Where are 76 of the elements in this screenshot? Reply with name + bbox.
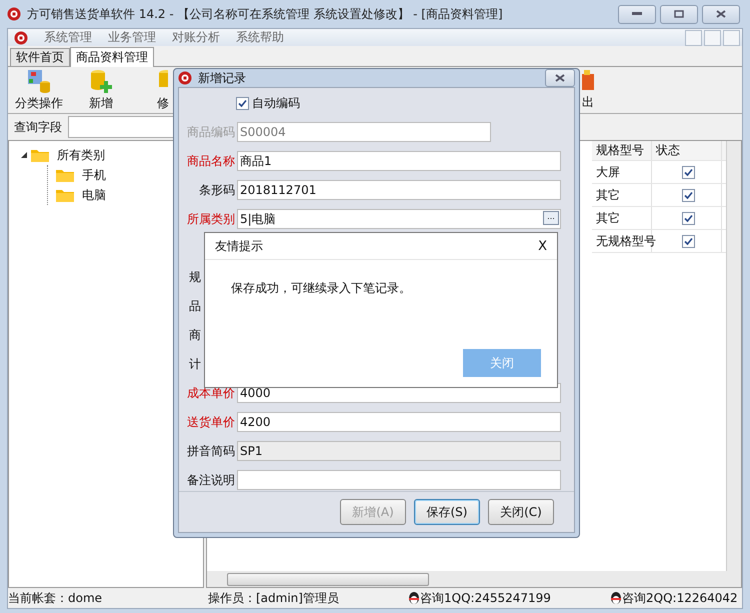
input-field[interactable]: 2018112701	[237, 180, 561, 200]
checkbox[interactable]	[236, 96, 249, 110]
message-title: 友情提示	[215, 238, 263, 254]
close-icon	[555, 74, 565, 82]
input-field[interactable]: S00004	[237, 122, 491, 142]
field-label: 送货单价	[186, 414, 235, 430]
field-label: 备注说明	[186, 472, 235, 488]
input-field[interactable]	[237, 470, 561, 490]
folder-icon	[31, 148, 49, 162]
checkbox-label: 自动编码	[252, 94, 300, 112]
field-label: 所属类别	[186, 210, 235, 228]
field-label: 商品编码	[186, 124, 235, 140]
penguin-icon	[408, 591, 420, 605]
folder-icon	[56, 168, 74, 182]
window-title: 方可销售送货单软件 14.2 - 【公司名称可在系统管理 系统设置处修改】 - [商品资料管理]	[27, 6, 504, 22]
table-cell: 其它	[592, 207, 652, 229]
tab[interactable]: 软件首页	[10, 48, 70, 66]
minimize-icon	[632, 12, 642, 16]
field-label: 成本单价	[186, 384, 235, 402]
menu-item[interactable]: 对账分析	[172, 29, 220, 46]
close-button[interactable]: X	[538, 238, 547, 254]
checkbox[interactable]	[682, 234, 695, 248]
toolbar-button[interactable]: 修	[157, 94, 169, 112]
toolbar-button[interactable]: 分类操作	[15, 94, 63, 112]
folder-icon	[56, 188, 74, 202]
expand-arrow-icon[interactable]	[21, 152, 27, 158]
browse-button[interactable]: ...	[543, 211, 559, 225]
menu-item[interactable]: 系统帮助	[236, 29, 284, 46]
field-label: 商	[189, 326, 201, 344]
vertical-scrollbar[interactable]	[726, 141, 741, 571]
checkbox[interactable]	[682, 166, 695, 178]
status-account: 当前帐套：dome	[8, 590, 104, 606]
query-label: 查询字段	[14, 118, 62, 136]
input-field[interactable]: 4200	[237, 412, 561, 432]
field-label: 拼音简码	[186, 442, 235, 460]
app-logo-icon	[7, 7, 21, 21]
field-label: 计	[189, 356, 201, 372]
field-label: 条形码	[198, 182, 235, 198]
hierarchy-database-icon	[27, 68, 51, 92]
message-text: 保存成功，可继续录入下笔记录。	[231, 280, 412, 297]
toolbar-button[interactable]: 新增	[89, 94, 113, 112]
field-label: 商品名称	[186, 152, 235, 170]
checkbox[interactable]	[682, 212, 695, 224]
field-label: 品	[189, 298, 201, 314]
horizontal-scrollbar[interactable]	[207, 571, 741, 587]
menu-item[interactable]: 系统管理	[44, 29, 92, 46]
status-qq: 咨询2QQ:12264042	[622, 590, 739, 606]
table-cell: 其它	[592, 184, 652, 206]
column-header[interactable]: 规格型号	[592, 141, 652, 160]
dialog-button[interactable]: 保存(S)	[414, 499, 480, 525]
dialog-button[interactable]: 关闭(C)	[488, 499, 554, 525]
status-operator: 操作员：[admin]管理员	[208, 590, 340, 606]
menu-item[interactable]: 业务管理	[108, 29, 156, 46]
tree-item[interactable]: 手机	[82, 166, 106, 184]
toolbar-button[interactable]: 出	[582, 94, 594, 110]
maximize-icon	[674, 10, 684, 18]
status-qq: 咨询1QQ:2455247199	[420, 590, 552, 606]
input-field[interactable]: SP1	[237, 441, 561, 461]
app-logo-icon	[178, 71, 192, 85]
tree-item[interactable]: 所有类别	[57, 146, 105, 164]
database-add-icon	[89, 68, 113, 92]
penguin-icon	[610, 591, 622, 605]
exit-icon	[582, 70, 594, 92]
tab[interactable]: 商品资料管理	[70, 47, 154, 67]
table-cell: 大屏	[592, 161, 652, 183]
field-label: 规	[189, 268, 201, 286]
close-icon	[716, 10, 726, 18]
maximize-button[interactable]	[660, 4, 698, 24]
dialog-title: 新增记录	[198, 70, 247, 86]
app-logo-icon	[14, 30, 28, 44]
scroll-thumb[interactable]	[227, 572, 429, 586]
column-header[interactable]: 状态	[652, 141, 722, 160]
input-field[interactable]: 5|电脑 ...	[237, 209, 561, 229]
input-field[interactable]: 商品1	[237, 151, 561, 171]
tree-item[interactable]: 电脑	[82, 186, 106, 204]
checkbox[interactable]	[682, 188, 695, 202]
